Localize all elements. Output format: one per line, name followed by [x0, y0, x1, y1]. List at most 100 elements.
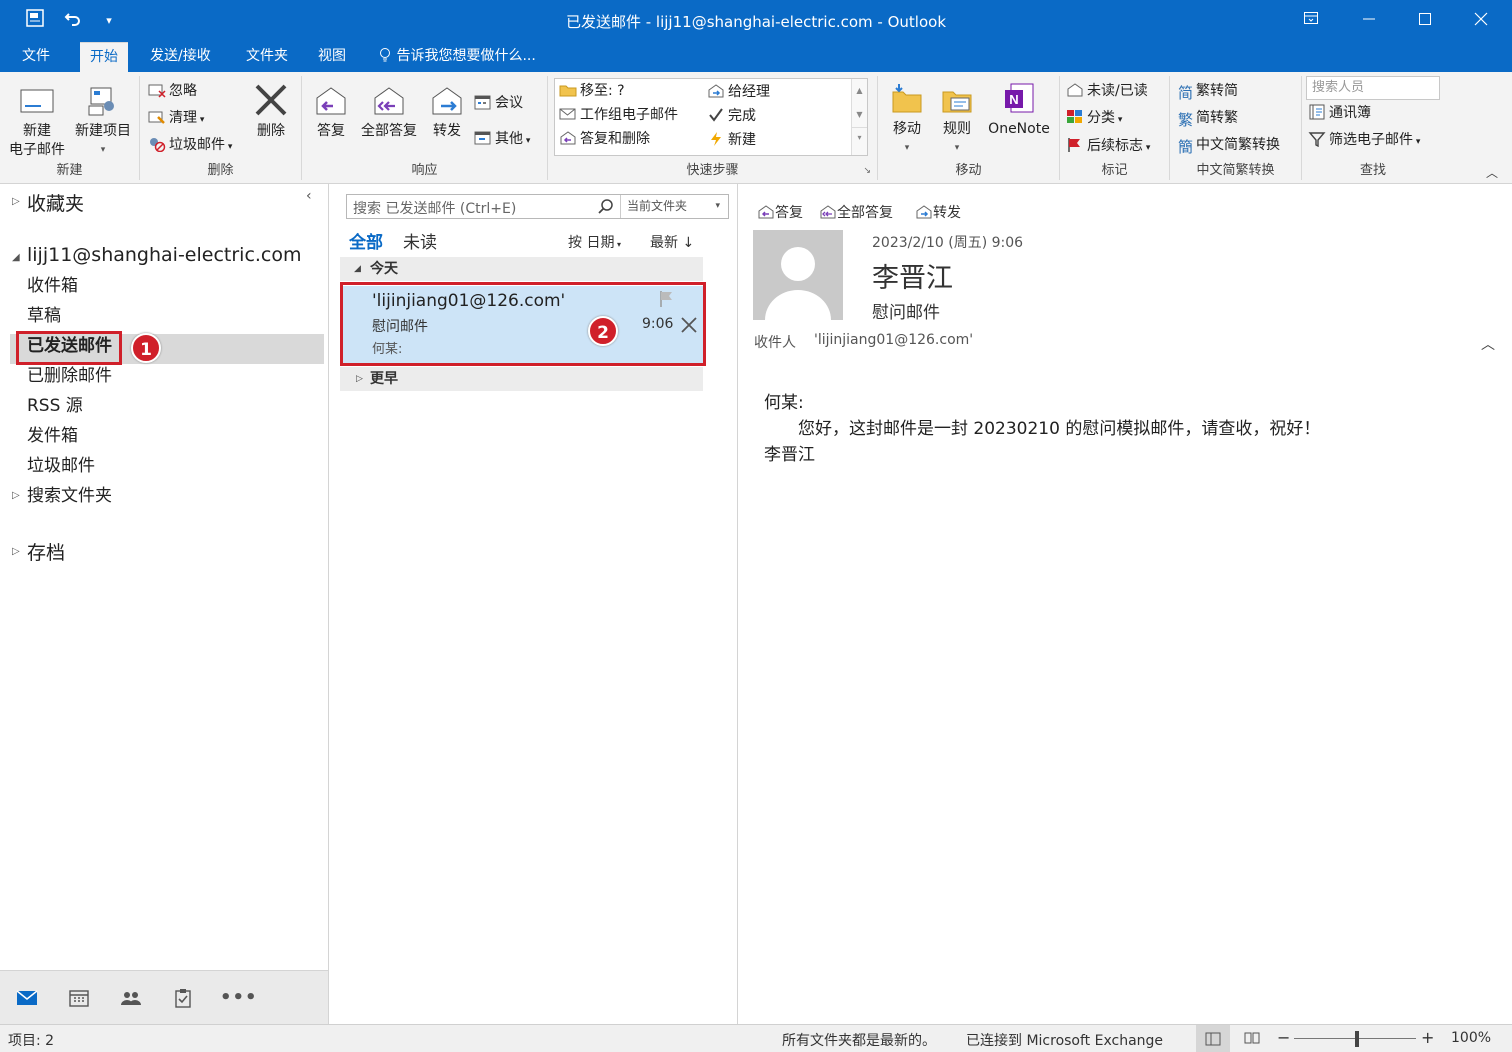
categorize-button[interactable]: 分类 ▾: [1066, 107, 1122, 129]
reading-reply-all-button[interactable]: 全部答复: [819, 202, 893, 222]
search-people-input[interactable]: 搜索人员: [1306, 76, 1440, 100]
folder-drafts[interactable]: 草稿: [27, 302, 61, 330]
forward-label: 转发: [433, 123, 461, 139]
more-respond-button[interactable]: 其他 ▾: [474, 128, 530, 150]
reply-all-button[interactable]: 全部答复: [356, 84, 422, 141]
search-input[interactable]: 搜索 已发送邮件 (Ctrl+E): [353, 198, 516, 218]
zoom-level[interactable]: 100%: [1451, 1030, 1491, 1046]
search-box[interactable]: 搜索 已发送邮件 (Ctrl+E) 当前文件夹 ▾: [346, 194, 729, 219]
reading-forward-button[interactable]: 转发: [915, 202, 961, 222]
quick-steps-scrollbar[interactable]: ▲ ▼ ▾: [851, 79, 867, 155]
status-connection[interactable]: 已连接到 Microsoft Exchange: [966, 1030, 1163, 1050]
gallery-up-arrow-icon[interactable]: ▲: [852, 79, 867, 103]
folder-search-folders[interactable]: 搜索文件夹: [27, 482, 112, 510]
clean-up-button[interactable]: 清理 ▾: [148, 107, 204, 129]
tasks-module-icon[interactable]: [168, 983, 198, 1013]
group-move-label: 移动: [955, 163, 982, 178]
forward-button[interactable]: 转发: [424, 84, 470, 141]
follow-up-button[interactable]: 后续标志 ▾: [1066, 135, 1150, 157]
move-to-label: 移至: ?: [580, 83, 625, 99]
tab-view[interactable]: 视图: [308, 42, 356, 72]
more-modules-icon[interactable]: •••: [220, 983, 257, 1013]
junk-label: 垃圾邮件: [169, 137, 225, 153]
group-header-earlier[interactable]: ▷ 更早: [340, 367, 703, 391]
reply-delete-label: 答复和删除: [580, 131, 650, 147]
tab-folder[interactable]: 文件夹: [236, 42, 298, 72]
quick-step-move-to[interactable]: 移至: ?: [559, 80, 625, 102]
quick-step-team-email[interactable]: 工作组电子邮件: [559, 104, 678, 126]
quick-step-reply-delete[interactable]: 答复和删除: [559, 128, 650, 150]
new-email-button[interactable]: 新建 电子邮件: [4, 84, 70, 160]
gallery-down-arrow-icon[interactable]: ▼: [852, 103, 867, 127]
filter-email-button[interactable]: 筛选电子邮件 ▾: [1308, 129, 1420, 151]
move-button[interactable]: 移动 ▾: [884, 82, 930, 158]
account-collapse-icon[interactable]: ◢: [12, 252, 20, 263]
trad-to-simp-button[interactable]: 简繁转简: [1178, 80, 1238, 102]
people-module-icon[interactable]: [116, 983, 146, 1013]
collapse-folder-pane-icon[interactable]: ‹: [306, 188, 312, 204]
reply-button[interactable]: 答复: [308, 84, 354, 141]
to-manager-label: 给经理: [728, 84, 770, 100]
reading-view-icon[interactable]: [1244, 1031, 1260, 1049]
new-items-button[interactable]: 新建项目 ▾: [70, 84, 136, 160]
collapse-header-icon[interactable]: ︿: [1481, 334, 1495, 354]
delete-button[interactable]: 删除: [248, 84, 294, 141]
sort-order-button[interactable]: 最新 ↓: [650, 232, 694, 252]
group-new-label: 新建: [56, 163, 83, 178]
calendar-module-icon[interactable]: [64, 983, 94, 1013]
group-header-today[interactable]: ◢ 今天: [340, 257, 703, 281]
rules-label: 规则: [943, 121, 971, 137]
search-folders-expand-icon[interactable]: ▷: [12, 490, 20, 501]
tab-home[interactable]: 开始: [80, 42, 128, 72]
account-header[interactable]: lijj11@shanghai-electric.com: [27, 244, 302, 266]
chinese-conversion-button[interactable]: 簡中文简繁转换: [1178, 134, 1280, 156]
ribbon-display-options-icon[interactable]: [1298, 8, 1324, 34]
person-placeholder-icon: [765, 247, 831, 320]
favorites-header[interactable]: 收藏夹: [27, 189, 84, 216]
sort-by-date-button[interactable]: 按 日期 ▾: [568, 232, 621, 252]
onenote-button[interactable]: N OneNote: [982, 82, 1056, 139]
ribbon-tabs: 文件 开始 发送/接收 文件夹 视图 告诉我您想要做什么...: [0, 42, 1512, 72]
folder-rss-feeds[interactable]: RSS 源: [27, 392, 83, 420]
tab-file[interactable]: 文件: [12, 42, 60, 72]
zoom-slider-thumb[interactable]: [1355, 1031, 1359, 1047]
junk-button[interactable]: 垃圾邮件 ▾: [148, 134, 232, 156]
simp-to-trad-button[interactable]: 繁简转繁: [1178, 107, 1238, 129]
tab-send-receive[interactable]: 发送/接收: [140, 42, 221, 72]
archive-header[interactable]: 存档: [27, 538, 65, 565]
quick-step-to-manager[interactable]: 给经理: [707, 81, 770, 103]
search-scope-dropdown[interactable]: 当前文件夹 ▾: [620, 195, 728, 218]
zoom-out-button[interactable]: −: [1277, 1028, 1290, 1047]
quick-steps-launcher-icon[interactable]: ↘: [863, 166, 871, 176]
gallery-expand-icon[interactable]: ▾: [852, 127, 867, 151]
meeting-button[interactable]: 会议: [474, 92, 523, 114]
rules-button[interactable]: 规则 ▾: [934, 82, 980, 158]
quick-step-new[interactable]: 新建: [707, 129, 756, 151]
sender-name[interactable]: 李晋江: [872, 256, 953, 295]
team-email-label: 工作组电子邮件: [580, 107, 678, 123]
normal-view-icon[interactable]: [1196, 1025, 1230, 1052]
ignore-button[interactable]: 忽略: [148, 80, 197, 102]
close-icon[interactable]: [1468, 8, 1494, 34]
zoom-in-button[interactable]: +: [1421, 1028, 1434, 1047]
group-move: 移动 ▾ 规则 ▾ N OneNote 移动: [878, 76, 1060, 180]
folder-inbox[interactable]: 收件箱: [27, 272, 78, 300]
folder-outbox[interactable]: 发件箱: [27, 422, 78, 450]
tell-me-box[interactable]: 告诉我您想要做什么...: [368, 42, 546, 72]
address-book-button[interactable]: 通讯簿: [1308, 102, 1371, 124]
maximize-icon[interactable]: [1412, 8, 1438, 34]
folder-junk[interactable]: 垃圾邮件: [27, 452, 95, 480]
quick-step-done[interactable]: 完成: [707, 105, 756, 127]
reading-reply-button[interactable]: 答复: [757, 202, 803, 222]
minimize-icon[interactable]: [1356, 8, 1382, 34]
unread-read-button[interactable]: 未读/已读: [1066, 80, 1148, 102]
mail-module-icon[interactable]: [12, 983, 42, 1013]
filter-unread[interactable]: 未读: [403, 228, 437, 253]
to-recipient[interactable]: 'lijinjiang01@126.com': [814, 332, 973, 348]
favorites-expand-icon[interactable]: ▷: [12, 196, 20, 207]
search-icon[interactable]: [597, 198, 615, 220]
archive-expand-icon[interactable]: ▷: [12, 546, 20, 557]
collapse-ribbon-icon[interactable]: ︿: [1486, 164, 1498, 181]
folder-deleted-items[interactable]: 已删除邮件: [27, 362, 112, 390]
filter-all[interactable]: 全部: [349, 228, 383, 253]
